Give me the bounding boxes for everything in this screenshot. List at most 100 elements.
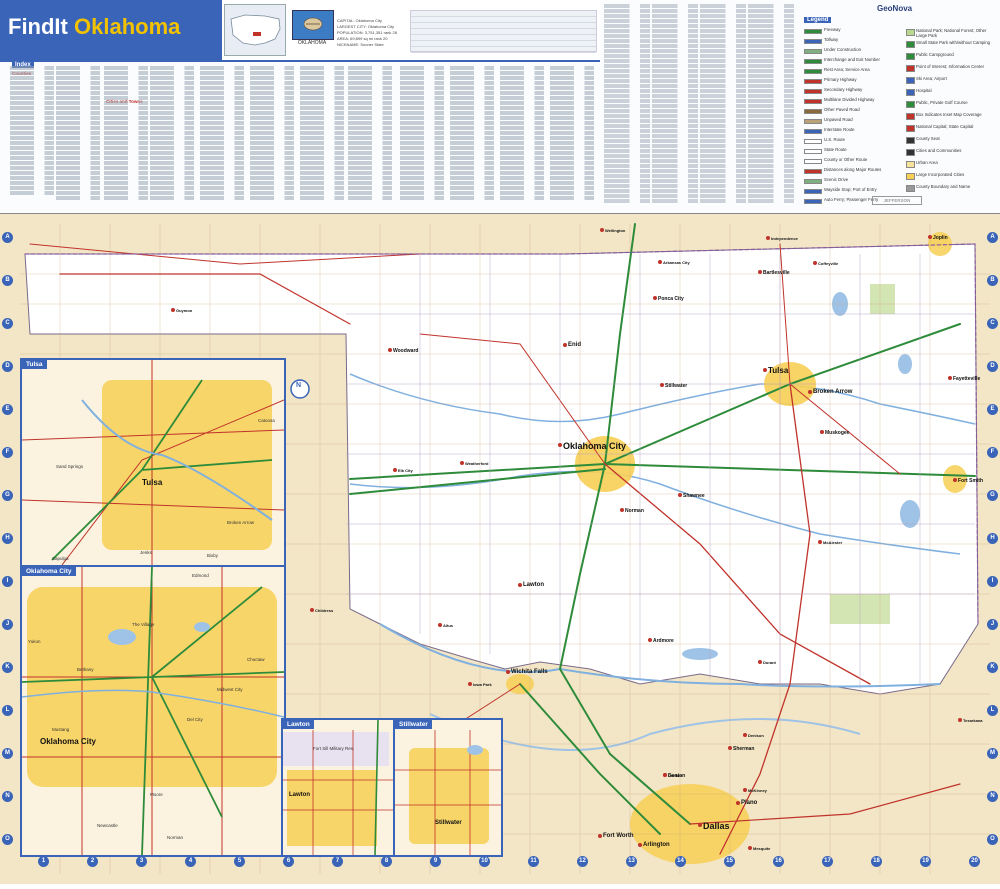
index-entry bbox=[200, 101, 244, 105]
index-entry bbox=[748, 39, 794, 43]
index-entry bbox=[748, 79, 794, 83]
legend-swatch bbox=[906, 41, 915, 48]
index-entry bbox=[104, 176, 148, 180]
index-entry bbox=[10, 151, 54, 155]
index-column bbox=[450, 66, 494, 206]
grid-row-label: B bbox=[2, 275, 13, 286]
city-dot bbox=[460, 461, 464, 465]
index-entry bbox=[604, 169, 650, 173]
index-entry bbox=[10, 101, 54, 105]
index-entry bbox=[300, 121, 344, 125]
city-dot bbox=[620, 508, 624, 512]
inset-town: Choctaw bbox=[247, 657, 265, 662]
index-entry bbox=[10, 161, 54, 165]
city-label: Stillwater bbox=[665, 382, 688, 389]
index-entry bbox=[150, 71, 194, 75]
inset-oklahoma-city[interactable]: Oklahoma City Oklahoma City Edmond Yukon… bbox=[20, 565, 286, 857]
index-entry bbox=[300, 141, 344, 145]
index-entry bbox=[56, 181, 100, 185]
index-entry bbox=[700, 49, 746, 53]
index-entry bbox=[10, 176, 54, 180]
index-entry bbox=[604, 144, 650, 148]
city-dot bbox=[743, 733, 747, 737]
index-entry bbox=[700, 104, 746, 108]
index-entry bbox=[748, 89, 794, 93]
index-entry bbox=[500, 96, 544, 100]
index-entry bbox=[150, 196, 194, 200]
city-label: Mesquite bbox=[753, 846, 771, 851]
legend-swatch bbox=[906, 29, 915, 36]
index-entry bbox=[652, 74, 698, 78]
index-entry bbox=[348, 146, 392, 150]
index-entry bbox=[10, 131, 54, 135]
index-entry bbox=[604, 44, 650, 48]
index-entry bbox=[604, 19, 650, 23]
index-entry bbox=[10, 116, 54, 120]
index-entry bbox=[604, 149, 650, 153]
city-dot bbox=[600, 228, 604, 232]
city-label: McKinney bbox=[748, 788, 767, 793]
legend-swatch bbox=[804, 99, 822, 104]
legend-item-label: Distances along Major Routes bbox=[824, 167, 882, 172]
index-entry bbox=[150, 66, 194, 70]
inset-stillwater[interactable]: Stillwater Stillwater bbox=[393, 718, 503, 857]
legend-item-label: Wayside Stop; Port of Entry bbox=[824, 187, 877, 192]
index-entry bbox=[250, 66, 294, 70]
city-label: Wichita Falls bbox=[511, 669, 548, 675]
city-dot bbox=[743, 788, 747, 792]
index-entry bbox=[348, 186, 392, 190]
index-entry bbox=[652, 84, 698, 88]
grid-row-label: O bbox=[987, 834, 998, 845]
index-entry bbox=[250, 71, 294, 75]
inset-tulsa[interactable]: Tulsa Tulsa Sand Springs Broken Arrow Je… bbox=[20, 358, 286, 567]
index-entry bbox=[652, 89, 698, 93]
index-entry bbox=[250, 161, 294, 165]
index-entry bbox=[700, 119, 746, 123]
index-entry bbox=[150, 181, 194, 185]
index-entry bbox=[500, 166, 544, 170]
index-entry bbox=[500, 131, 544, 135]
index-entry bbox=[104, 141, 148, 145]
index-entry bbox=[604, 39, 650, 43]
index-entry bbox=[104, 91, 148, 95]
city-dot bbox=[663, 773, 667, 777]
index-entry bbox=[400, 161, 444, 165]
inset-town: Bixby bbox=[207, 553, 219, 558]
inset-town: Newcastle bbox=[97, 823, 118, 828]
us-locator-map bbox=[224, 4, 286, 56]
index-entry bbox=[348, 81, 392, 85]
index-entry bbox=[56, 171, 100, 175]
index-entry bbox=[400, 151, 444, 155]
index-entry bbox=[250, 181, 294, 185]
index-entry bbox=[250, 111, 294, 115]
index-entry bbox=[150, 116, 194, 120]
index-entry bbox=[652, 109, 698, 113]
index-entry bbox=[104, 191, 148, 195]
inset-town: Fort Sill Military Res. bbox=[313, 746, 355, 751]
index-entry bbox=[56, 156, 100, 160]
city-label: Denison bbox=[748, 733, 764, 738]
index-entry bbox=[500, 196, 544, 200]
flag-label: OKLAHOMA bbox=[297, 40, 327, 46]
city-dot bbox=[558, 443, 562, 447]
index-entry bbox=[10, 166, 54, 170]
index-entry bbox=[604, 54, 650, 58]
index-entry bbox=[150, 91, 194, 95]
legend-item-label: Tollway bbox=[824, 37, 839, 42]
index-entry bbox=[10, 126, 54, 130]
legend-swatch bbox=[906, 185, 915, 192]
index-entry bbox=[748, 184, 794, 188]
city-label: Sherman bbox=[733, 745, 755, 752]
index-entry bbox=[400, 71, 444, 75]
index-entry bbox=[748, 14, 794, 18]
inset-town: Catoosa bbox=[258, 418, 275, 423]
index-entry bbox=[400, 181, 444, 185]
index-entry bbox=[500, 76, 544, 80]
index-entry bbox=[450, 161, 494, 165]
index-entry bbox=[550, 141, 594, 145]
index-entry bbox=[200, 186, 244, 190]
inset-lawton[interactable]: Lawton Fort Sill Military Res. Lawton bbox=[281, 718, 395, 857]
city-dot bbox=[758, 660, 762, 664]
index-entry bbox=[250, 81, 294, 85]
legend-item-label: Primary Highway bbox=[824, 77, 857, 82]
